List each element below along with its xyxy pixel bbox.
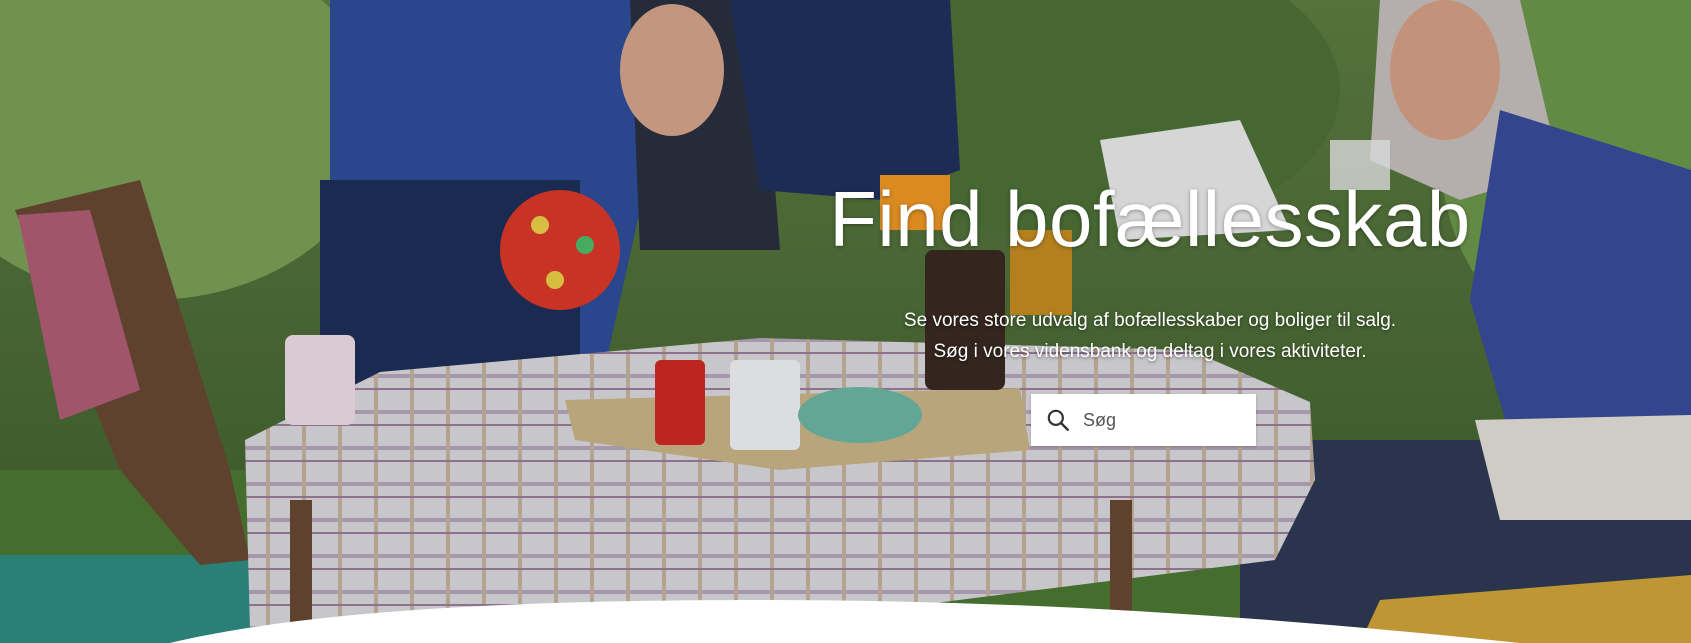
hero-subtitle-line-2: Søg i vores vidensbank og deltag i vores… <box>933 341 1367 362</box>
search-input[interactable] <box>1081 408 1255 432</box>
hero-banner: Find bofællesskab Se vores store udvalg … <box>0 0 1691 643</box>
hero-bottom-curve <box>0 600 1691 643</box>
hero-subtitle-line-1: Se vores store udvalg af bofællesskaber … <box>903 310 1397 331</box>
search-box[interactable] <box>1031 394 1256 446</box>
hero-title-wrap: Find bofællesskab <box>790 180 1510 258</box>
search-icon[interactable] <box>1045 407 1071 433</box>
hero-subtitle: Se vores store udvalg af bofællesskaber … <box>790 305 1510 367</box>
hero-title: Find bofællesskab <box>829 175 1471 263</box>
